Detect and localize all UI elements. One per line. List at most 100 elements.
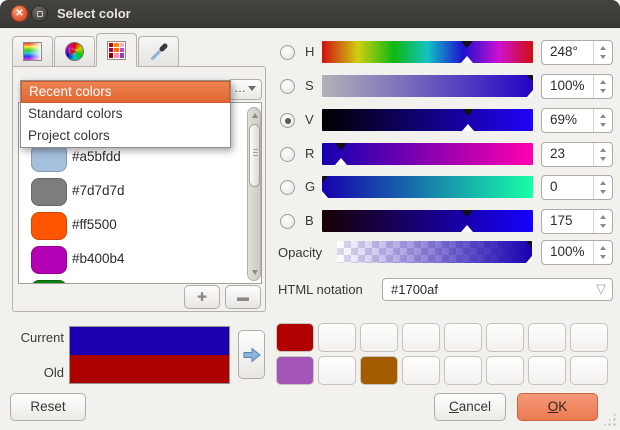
spinner-arrows-icon[interactable] (593, 210, 612, 233)
palette-swatch[interactable] (360, 356, 398, 385)
resize-grip[interactable] (602, 412, 617, 427)
palette-swatch[interactable] (276, 356, 314, 385)
select-color-dialog: ✕ Select color … #a5bfdd #7d7d7d #ff5500 (0, 0, 620, 430)
palette-swatch[interactable] (402, 356, 440, 385)
scroll-down-icon[interactable] (252, 270, 258, 275)
blue-gradient (322, 210, 533, 232)
opacity-slider[interactable] (337, 241, 532, 263)
spinbox-value: 69% (550, 112, 577, 127)
palette-dropdown-popup: Recent colors Standard colors Project co… (20, 80, 231, 148)
tab-swatches[interactable] (96, 33, 137, 67)
palette-menu-button[interactable]: … (228, 79, 262, 100)
maximize-button[interactable] (31, 5, 48, 22)
green-slider[interactable] (322, 176, 533, 198)
saturation-spinbox[interactable]: 100% (541, 74, 613, 99)
color-chip (31, 178, 67, 206)
palette-swatch[interactable] (444, 356, 482, 385)
saturation-slider[interactable] (322, 75, 533, 97)
dropdown-item-recent-colors[interactable]: Recent colors (21, 81, 230, 103)
dropdown-arrow-icon[interactable]: ▽ (596, 281, 606, 297)
spinner-arrows-icon[interactable] (593, 75, 612, 98)
scrollbar-grip (253, 152, 258, 153)
blue-spinbox[interactable]: 175 (541, 209, 613, 234)
palette-swatch[interactable] (486, 323, 524, 352)
current-label: Current (14, 330, 64, 345)
channel-label: H (305, 44, 314, 59)
html-notation-input[interactable]: #1700af ▽ (382, 278, 613, 301)
close-button[interactable]: ✕ (11, 5, 28, 22)
palette-swatch[interactable] (318, 323, 356, 352)
spinner-arrows-icon[interactable] (593, 109, 612, 132)
cancel-button[interactable]: Cancel (434, 393, 506, 421)
spinner-arrows-icon[interactable] (593, 41, 612, 64)
close-icon: ✕ (15, 8, 23, 19)
palette-swatch[interactable] (486, 356, 524, 385)
html-notation-label: HTML notation (278, 282, 363, 297)
swatches-icon (107, 41, 126, 60)
spinner-arrows-icon[interactable] (593, 241, 612, 264)
radio-g[interactable] (280, 180, 295, 195)
scroll-up-icon[interactable] (252, 113, 258, 118)
old-label: Old (14, 365, 64, 380)
hue-spinbox[interactable]: 248° (541, 40, 613, 65)
maximize-icon (37, 11, 43, 17)
ok-button[interactable]: OK (517, 393, 598, 421)
list-item[interactable] (19, 277, 261, 284)
palette-swatch[interactable] (570, 323, 608, 352)
radio-r[interactable] (280, 147, 295, 162)
red-gradient (322, 143, 533, 165)
red-slider[interactable] (322, 143, 533, 165)
list-item[interactable]: #ff5500 (19, 209, 261, 243)
value-gradient (322, 109, 533, 131)
channel-row-g: G 0 (278, 175, 613, 200)
blue-slider[interactable] (322, 210, 533, 232)
color-chip (31, 212, 67, 240)
channel-label: V (305, 112, 314, 127)
radio-h[interactable] (280, 45, 295, 60)
channel-label: B (305, 213, 314, 228)
old-color-swatch (70, 355, 229, 383)
radio-b[interactable] (280, 214, 295, 229)
hue-slider[interactable] (322, 41, 533, 63)
reset-button[interactable]: Reset (10, 393, 86, 421)
opacity-spinbox[interactable]: 100% (541, 240, 613, 265)
spinbox-value: 0 (550, 179, 558, 194)
value-spinbox[interactable]: 69% (541, 108, 613, 133)
palette-swatch[interactable] (276, 323, 314, 352)
channel-label: S (305, 78, 314, 93)
value-slider[interactable] (322, 109, 533, 131)
color-chip-label: #a5bfdd (72, 149, 121, 164)
channel-label: G (305, 179, 315, 194)
color-chip (31, 246, 67, 274)
green-spinbox[interactable]: 0 (541, 175, 613, 200)
radio-v[interactable] (280, 113, 295, 128)
add-color-button[interactable]: ✚ (184, 285, 220, 309)
list-scrollbar[interactable] (247, 107, 261, 281)
palette-swatch[interactable] (570, 356, 608, 385)
tab-color-wheel[interactable] (54, 36, 95, 67)
remove-color-button[interactable]: ▬ (225, 285, 261, 309)
dropdown-item-standard-colors[interactable]: Standard colors (21, 103, 230, 125)
list-item[interactable]: #b400b4 (19, 243, 261, 277)
palette-swatch[interactable] (402, 323, 440, 352)
spinner-arrows-icon[interactable] (593, 176, 612, 199)
spinbox-value: 23 (550, 146, 565, 161)
spinner-arrows-icon[interactable] (593, 143, 612, 166)
color-chip-label: #7d7d7d (72, 183, 125, 198)
tab-color-ramp[interactable] (12, 36, 53, 67)
color-chip-label: #b400b4 (72, 251, 125, 266)
radio-s[interactable] (280, 79, 295, 94)
palette-swatch[interactable] (528, 356, 566, 385)
palette-swatch[interactable] (318, 356, 356, 385)
palette-swatch[interactable] (528, 323, 566, 352)
tab-color-sampler[interactable] (138, 36, 179, 67)
scrollbar-thumb[interactable] (249, 124, 260, 187)
titlebar[interactable]: ✕ Select color (0, 0, 620, 28)
palette-swatch[interactable] (360, 323, 398, 352)
add-current-to-palette-button[interactable] (238, 330, 265, 379)
red-spinbox[interactable]: 23 (541, 142, 613, 167)
opacity-row: 100% (278, 240, 613, 265)
list-item[interactable]: #7d7d7d (19, 175, 261, 209)
dropdown-item-project-colors[interactable]: Project colors (21, 125, 230, 147)
palette-swatch[interactable] (444, 323, 482, 352)
